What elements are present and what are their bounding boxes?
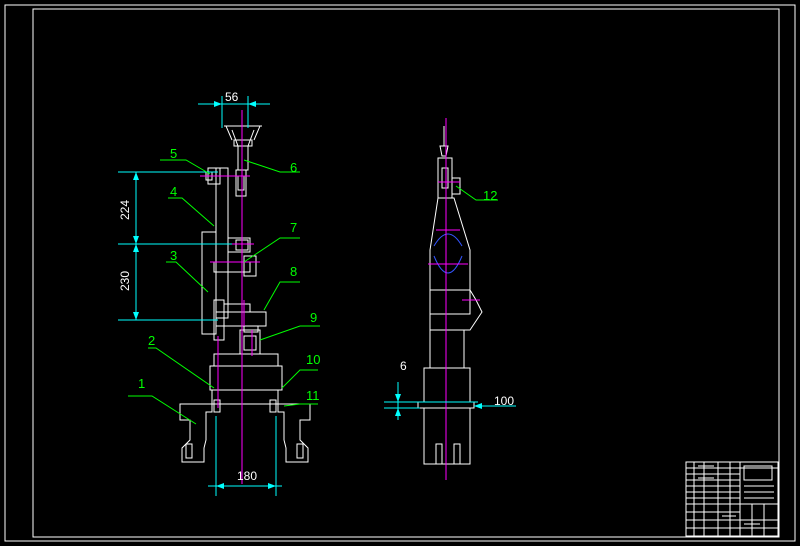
dim-100: 100 [494,394,514,408]
label-7: 7 [290,220,297,235]
label-8: 8 [290,264,297,279]
label-5: 5 [170,146,177,161]
base-plate [211,389,279,405]
main-column [215,167,229,319]
dim-180: 180 [237,469,257,483]
label-11: 11 [306,388,320,403]
base-block [209,365,283,391]
dim-6: 6 [400,359,407,373]
side-base [423,407,471,465]
label-1: 1 [138,376,145,391]
cad-drawing: 56 224 230 180 5 4 3 2 1 6 7 8 9 10 11 6… [4,4,796,542]
label-6: 6 [290,160,297,175]
side-wrist [437,157,453,199]
left-foot [179,403,213,463]
side-view [384,118,516,480]
label-2: 2 [148,333,155,348]
label-10: 10 [306,352,320,367]
label-3: 3 [170,248,177,263]
inner-sheet-frame [32,8,780,538]
front-view [118,96,320,496]
label-12: 12 [483,188,497,203]
side-arm [429,197,471,315]
label-9: 9 [310,310,317,325]
label-4: 4 [170,184,177,199]
dim-230: 230 [118,271,132,291]
title-block [685,461,779,537]
dim-224: 224 [118,200,132,220]
right-foot [277,403,311,463]
dim-56: 56 [225,90,239,104]
